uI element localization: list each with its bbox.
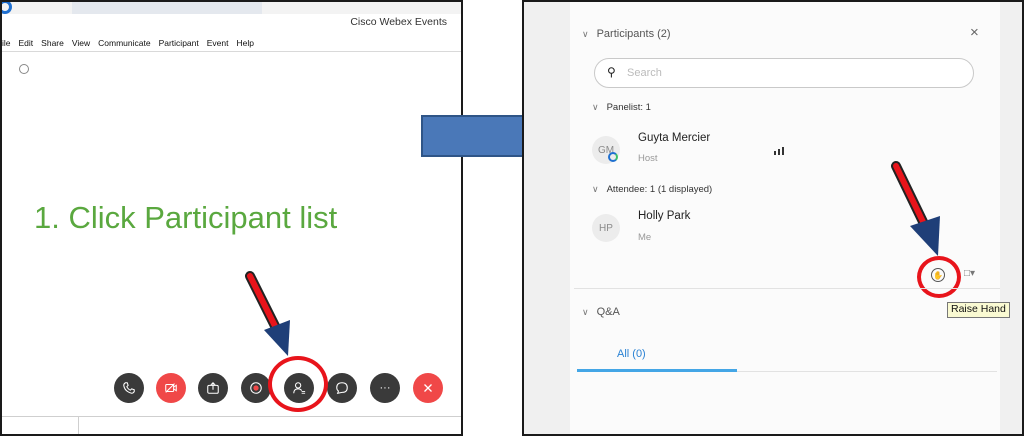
red-arrow-icon xyxy=(245,271,290,356)
participants-header-label: Participants (2) xyxy=(596,28,671,40)
participant-role: Me xyxy=(638,232,652,243)
menu-view[interactable]: View xyxy=(72,38,90,48)
video-button[interactable] xyxy=(156,373,186,403)
highlight-circle xyxy=(917,256,961,298)
search-icon: ⚲ xyxy=(607,65,616,79)
share-button[interactable] xyxy=(198,373,228,403)
participants-header[interactable]: ∨ Participants (2) xyxy=(582,28,671,40)
highlight-circle xyxy=(268,356,328,412)
menu-participant[interactable]: Participant xyxy=(159,38,199,48)
tab-all[interactable]: All (0) xyxy=(617,348,646,360)
avatar: HP xyxy=(592,214,620,242)
title-bar-tab xyxy=(72,2,262,14)
raise-hand-tooltip: Raise Hand xyxy=(947,302,1010,318)
qa-header[interactable]: ∨ Q&A xyxy=(582,306,620,318)
avatar-initials: HP xyxy=(599,222,613,234)
menu-file[interactable]: ile xyxy=(2,38,11,48)
chevron-down-icon: ∨ xyxy=(582,28,589,39)
bottom-column-divider xyxy=(78,416,79,434)
menu-share[interactable]: Share xyxy=(41,38,64,48)
more-icon: ··· xyxy=(379,382,391,394)
qa-header-label: Q&A xyxy=(596,306,620,318)
menu-bar: ile Edit Share View Communicate Particip… xyxy=(2,38,254,48)
participant-role: Host xyxy=(638,153,658,164)
panelist-section-header[interactable]: ∨ Panelist: 1 xyxy=(592,102,651,113)
title-bar xyxy=(2,2,461,14)
chevron-down-icon: ∨ xyxy=(592,184,599,194)
phone-icon xyxy=(123,382,135,394)
audio-level-icon xyxy=(774,147,784,155)
menu-divider xyxy=(2,51,461,52)
chat-icon xyxy=(336,382,348,394)
webex-badge-icon xyxy=(608,152,618,162)
leave-button[interactable] xyxy=(413,373,443,403)
attendee-section-header[interactable]: ∨ Attendee: 1 (1 displayed) xyxy=(592,184,712,195)
record-icon xyxy=(250,382,262,394)
phone-button[interactable] xyxy=(114,373,144,403)
more-options-icon[interactable]: □▾ xyxy=(964,268,975,279)
menu-help[interactable]: Help xyxy=(237,38,254,48)
participant-name: Holly Park xyxy=(638,210,691,222)
close-icon[interactable]: × xyxy=(970,24,979,41)
menu-event[interactable]: Event xyxy=(207,38,229,48)
right-sidebar-strip xyxy=(1000,2,1022,434)
section-divider xyxy=(574,288,1000,289)
menu-communicate[interactable]: Communicate xyxy=(98,38,150,48)
share-icon xyxy=(207,382,219,394)
options-icon[interactable] xyxy=(19,64,29,74)
participants-window: ∨ Participants (2) × ⚲ Search ∨ Panelist… xyxy=(522,0,1024,436)
chevron-down-icon: ∨ xyxy=(582,306,589,317)
bottom-divider xyxy=(2,416,461,417)
close-icon xyxy=(424,384,432,392)
chevron-down-icon: ∨ xyxy=(592,102,599,112)
tab-active-underline xyxy=(577,369,737,372)
search-placeholder: Search xyxy=(627,67,662,79)
panelist-section-label: Panelist: 1 xyxy=(606,102,651,113)
more-button[interactable]: ··· xyxy=(370,373,400,403)
red-arrow-icon xyxy=(891,161,940,256)
record-button[interactable] xyxy=(241,373,271,403)
app-title: Cisco Webex Events xyxy=(350,16,447,28)
participant-name: Guyta Mercier xyxy=(638,132,711,144)
video-off-icon xyxy=(165,383,177,393)
chat-button[interactable] xyxy=(327,373,357,403)
search-input[interactable]: ⚲ Search xyxy=(594,58,974,88)
left-sidebar-strip xyxy=(524,2,570,434)
menu-edit[interactable]: Edit xyxy=(19,38,34,48)
instruction-text: 1. Click Participant list xyxy=(34,200,338,235)
attendee-section-label: Attendee: 1 (1 displayed) xyxy=(606,184,713,195)
